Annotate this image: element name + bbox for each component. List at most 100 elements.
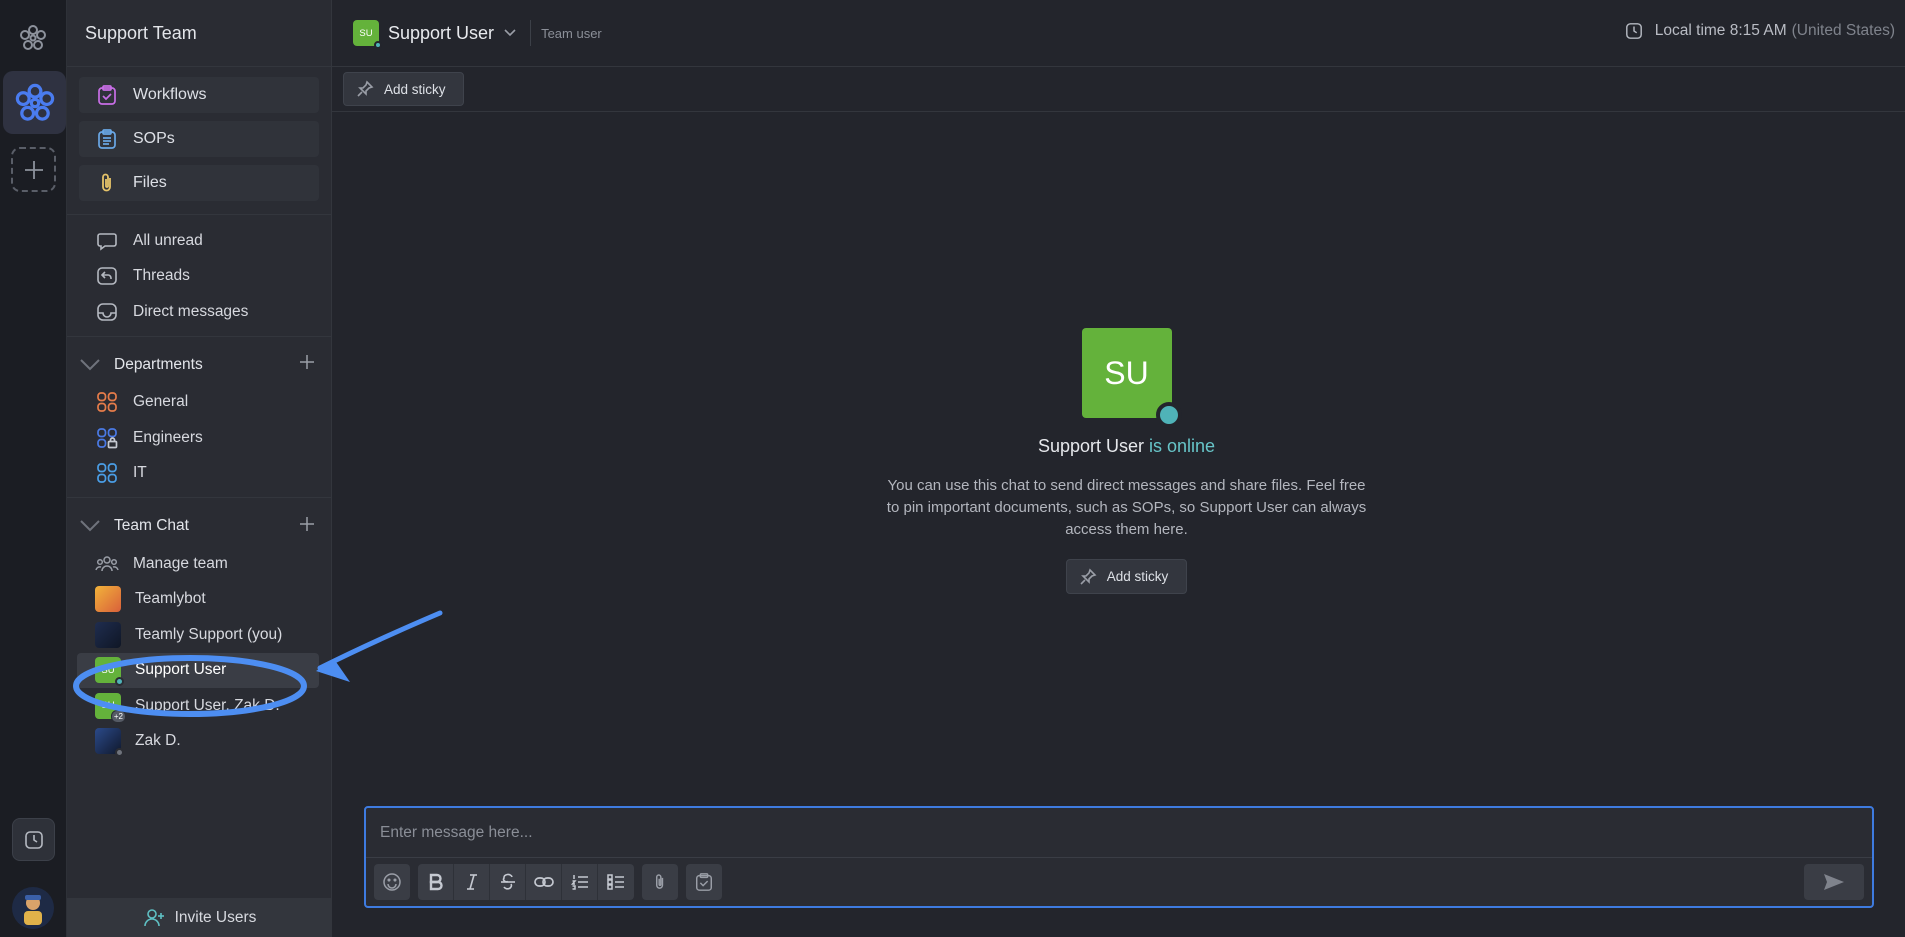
chat-header: SU Support User Team user Local time 8:1… <box>332 0 1905 67</box>
section-title: Team Chat <box>114 517 189 534</box>
intro-online-text: is online <box>1149 436 1216 456</box>
teamly-support-avatar <box>95 621 121 648</box>
header-avatar[interactable]: SU <box>353 20 382 49</box>
workflow-icon <box>95 83 119 107</box>
workspace-rail <box>0 0 67 937</box>
sidebar-item-label: General <box>133 393 189 411</box>
pinned-section: Workflows SOPs Files <box>67 67 331 215</box>
teamlybot-avatar <box>95 586 121 613</box>
sidebar-item-files[interactable]: Files <box>79 165 319 201</box>
chat-main: SU Support User Team user Local time 8:1… <box>332 0 1905 937</box>
paperclip-icon[interactable] <box>642 864 678 900</box>
sidebar-item-label: SOPs <box>133 130 175 147</box>
group-chat-avatar: SU +2 <box>95 692 126 723</box>
sidebar-item-it[interactable]: IT <box>67 456 331 492</box>
sidebar-item-label: Files <box>133 174 167 191</box>
invite-users-button[interactable]: Invite Users <box>67 898 332 937</box>
departments-header[interactable]: Departments <box>67 345 331 385</box>
avatar-initials: SU <box>101 664 115 676</box>
intro-name: Support User <box>1037 436 1144 456</box>
clock-icon <box>1625 22 1643 40</box>
sidebar-item-label: All unread <box>133 231 203 249</box>
teamly-logo-icon[interactable] <box>13 18 53 58</box>
sidebar-item-label: Direct messages <box>133 302 249 320</box>
sidebar-item-teamlybot[interactable]: Teamlybot <box>67 582 331 618</box>
workspace-switcher-active[interactable] <box>3 71 66 134</box>
italic-icon[interactable] <box>454 864 490 900</box>
chat-bubble-icon <box>95 229 119 253</box>
online-status-dot <box>374 41 382 49</box>
emoji-icon[interactable] <box>374 864 410 900</box>
chat-title[interactable]: Support User <box>388 23 494 44</box>
sidebar-item-support-user[interactable]: SU Support User <box>77 652 319 688</box>
sidebar-item-label: Engineers <box>133 428 203 446</box>
sidebar-item-zak[interactable]: Zak D. <box>67 724 331 760</box>
add-sticky-button[interactable]: Add sticky <box>343 72 464 106</box>
team-people-icon <box>95 552 119 576</box>
sidebar-item-label: Teamlybot <box>135 590 206 608</box>
avatar-initials: SU <box>359 27 373 39</box>
team-chat-section: Team Chat Manage team Teamlybot Teamly S… <box>67 498 331 759</box>
section-title: Departments <box>114 355 203 373</box>
format-group <box>418 864 634 900</box>
checklist-icon[interactable] <box>598 864 634 900</box>
chevron-down-icon[interactable] <box>79 358 103 372</box>
invite-label: Invite Users <box>174 908 257 926</box>
sidebar-item-label: Support User, Zak D. <box>135 696 280 714</box>
link-icon[interactable] <box>526 864 562 900</box>
header-divider <box>530 20 532 46</box>
task-group <box>686 864 722 900</box>
paperclip-icon <box>95 171 119 195</box>
message-input[interactable] <box>366 808 1872 858</box>
sidebar-item-manage-team[interactable]: Manage team <box>67 546 331 582</box>
team-sidebar: Support Team Workflows SOPs Files All un… <box>67 0 332 937</box>
intro-status-line: Support User is online <box>332 436 1905 457</box>
chevron-down-icon[interactable] <box>79 519 103 533</box>
intro-add-sticky-button[interactable]: Add sticky <box>1065 559 1188 594</box>
strikethrough-icon[interactable] <box>490 864 526 900</box>
add-workspace-button[interactable] <box>11 147 56 192</box>
channel-lock-icon <box>95 426 119 450</box>
channel-grid-icon <box>95 390 119 414</box>
numbered-list-icon[interactable] <box>562 864 598 900</box>
pin-icon <box>1079 568 1097 586</box>
chevron-down-icon[interactable] <box>504 29 516 37</box>
departments-section: Departments General Engineers IT <box>67 337 331 498</box>
sidebar-item-workflows[interactable]: Workflows <box>79 77 319 113</box>
add-department-icon[interactable] <box>299 354 315 375</box>
task-clipboard-icon[interactable] <box>686 864 722 900</box>
sidebar-item-sops[interactable]: SOPs <box>79 121 319 157</box>
sidebar-item-general[interactable]: General <box>67 385 331 421</box>
online-status-dot <box>115 677 124 687</box>
intro-avatar: SU <box>1081 328 1182 428</box>
sidebar-item-label: Support User <box>135 661 227 679</box>
add-sticky-label: Add sticky <box>384 81 446 97</box>
sidebar-item-label: Manage team <box>133 554 228 572</box>
sidebar-item-label: Workflows <box>133 86 207 103</box>
send-button[interactable] <box>1804 864 1864 900</box>
sidebar-item-label: Zak D. <box>135 732 181 750</box>
sidebar-item-engineers[interactable]: Engineers <box>67 420 331 456</box>
team-chat-header[interactable]: Team Chat <box>67 506 331 546</box>
sidebar-item-direct-messages[interactable]: Direct messages <box>67 294 331 330</box>
sop-list-icon <box>95 127 119 151</box>
sidebar-item-label: Threads <box>133 267 190 285</box>
bold-icon[interactable] <box>418 864 454 900</box>
sidebar-item-label: IT <box>133 464 147 482</box>
message-composer <box>364 806 1874 908</box>
inbox-icon <box>95 300 119 324</box>
send-icon <box>1824 874 1844 890</box>
team-name[interactable]: Support Team <box>67 0 331 67</box>
add-chat-icon[interactable] <box>299 516 315 537</box>
local-time: Local time 8:15 AM (United States) <box>1625 22 1895 40</box>
sidebar-item-teamly-support[interactable]: Teamly Support (you) <box>67 617 331 653</box>
current-user-avatar[interactable] <box>12 887 54 929</box>
add-sticky-label: Add sticky <box>1106 569 1169 584</box>
sidebar-item-group-chat[interactable]: SU +2 Support User, Zak D. <box>67 688 331 724</box>
sidebar-item-threads[interactable]: Threads <box>67 259 331 295</box>
nav-section: All unread Threads Direct messages <box>67 215 331 337</box>
attach-group <box>642 864 678 900</box>
clock-icon[interactable] <box>12 818 55 861</box>
sidebar-item-all-unread[interactable]: All unread <box>67 223 331 259</box>
pin-icon <box>356 80 374 98</box>
